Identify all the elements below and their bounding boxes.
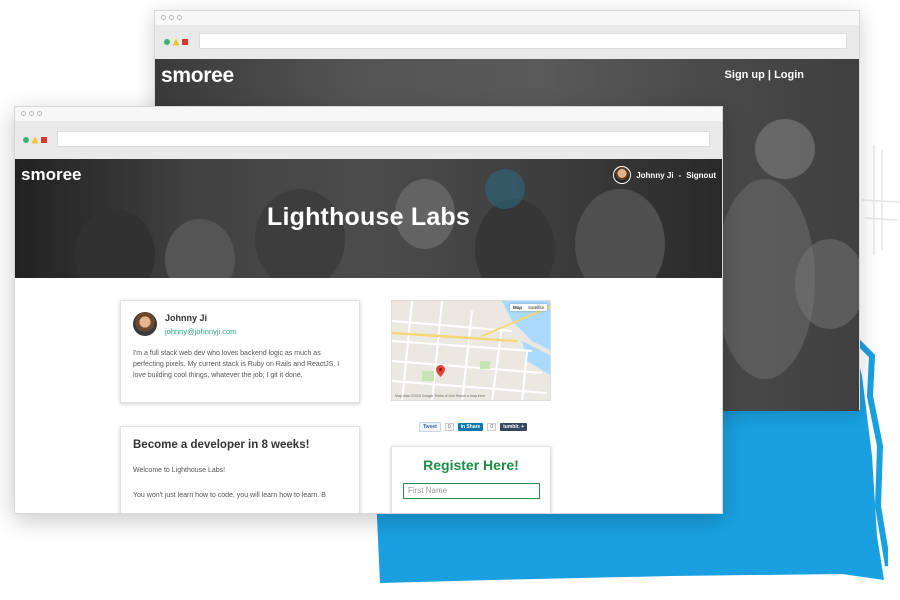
avatar <box>133 312 157 336</box>
back-title-bar <box>155 11 859 25</box>
front-url-input[interactable] <box>57 131 710 147</box>
course-intro: Welcome to Lighthouse Labs! <box>133 467 226 474</box>
window-dots <box>161 15 182 20</box>
course-title: Become a developer in 8 weeks! <box>133 439 310 451</box>
front-address-bar <box>15 121 722 159</box>
back-smoree-logo[interactable]: smoree <box>161 64 234 88</box>
tumblr-share-button[interactable]: tumblr. + <box>500 423 528 431</box>
sketch-decoration <box>861 145 900 255</box>
register-form: Register Here! First Name <box>391 446 551 513</box>
front-browser-window: smoree Johnny Ji - Signout Lighthouse La… <box>14 106 723 514</box>
separator: - <box>678 170 682 180</box>
map-attribution: Map data ©2015 Google Terms of Use Repor… <box>395 394 486 398</box>
tweet-count: 0 <box>444 423 454 431</box>
register-title: Register Here! <box>423 457 519 473</box>
back-address-bar <box>155 25 859 59</box>
location-map[interactable]: Map Satellite Map data ©2015 Google Term… <box>391 300 551 401</box>
user-name[interactable]: Johnny Ji <box>636 171 673 180</box>
hero-banner: smoree Johnny Ji - Signout Lighthouse La… <box>15 159 722 278</box>
traffic-lights-icon <box>23 136 47 144</box>
signout-link[interactable]: Signout <box>686 171 716 180</box>
linkedin-share-button[interactable]: in Share <box>457 423 484 431</box>
profile-bio: I'm a full stack web dev who loves backe… <box>133 350 340 379</box>
main-content: Johnny Ji johnny@johnnyji.com I'm a full… <box>15 278 722 513</box>
first-name-field[interactable]: First Name <box>403 483 540 499</box>
satellite-button[interactable]: Satellite <box>525 304 547 311</box>
avatar[interactable] <box>613 166 632 184</box>
profile-card: Johnny Ji johnny@johnnyji.com I'm a full… <box>120 300 360 403</box>
map-streets <box>392 301 550 400</box>
page-title: Lighthouse Labs <box>267 203 470 231</box>
signup-login-link[interactable]: Sign up | Login <box>725 69 804 81</box>
profile-email-link[interactable]: johnny@johnnyji.com <box>165 327 236 336</box>
map-button[interactable]: Map <box>510 304 525 311</box>
back-url-input[interactable] <box>199 33 847 49</box>
map-pin-icon[interactable] <box>436 365 445 377</box>
share-buttons: Tweet 0 in Share 0 tumblr. + <box>419 422 528 432</box>
profile-name: Johnny Ji <box>165 313 208 323</box>
front-title-bar <box>15 107 722 121</box>
smoree-logo[interactable]: smoree <box>21 165 81 185</box>
map-type-toggle[interactable]: Map Satellite <box>509 304 547 311</box>
course-card: Become a developer in 8 weeks! Welcome t… <box>120 426 360 513</box>
course-text: You won't just learn how to code, you wi… <box>133 492 326 499</box>
linkedin-count: 0 <box>487 423 497 431</box>
window-dots <box>21 111 42 116</box>
user-menu: Johnny Ji - Signout <box>613 166 716 184</box>
tweet-button[interactable]: Tweet <box>419 422 441 432</box>
traffic-lights-icon <box>164 38 188 46</box>
